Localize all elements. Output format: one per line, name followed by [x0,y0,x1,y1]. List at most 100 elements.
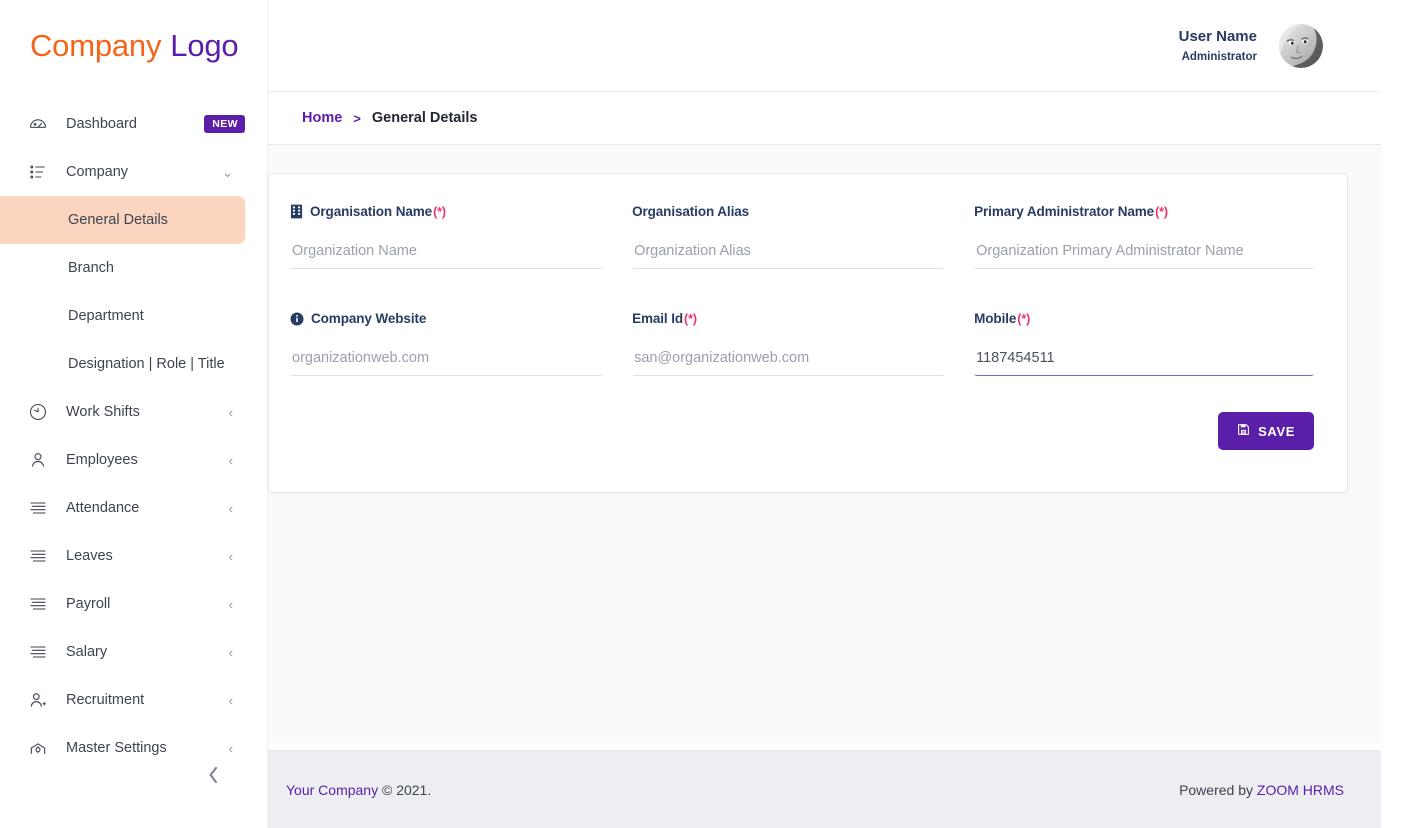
user-info[interactable]: User Name Administrator [1179,28,1257,63]
breadcrumb: Home > General Details [268,92,1381,145]
footer-company-name: Your Company [286,781,379,798]
primary-administrator-name-input[interactable] [974,239,1314,269]
sidebar-item-label: Recruitment [66,692,145,708]
sidebar-item-label: Salary [66,644,108,660]
sidebar-subitem-branch[interactable]: Branch [0,244,267,292]
sidebar-item-label: Payroll [66,596,111,612]
sidebar-item-master-settings[interactable]: Master Settings ‹ [0,724,267,755]
save-floppy-icon [1237,423,1250,439]
lines-icon [28,498,54,518]
mobile-input[interactable] [974,346,1314,376]
sidebar-item-label: Dashboard [66,116,137,132]
info-circle-icon [290,312,304,326]
field-label-text: Email Id [632,311,684,326]
required-mark: (*) [1155,204,1168,219]
sidebar-collapse-button[interactable] [206,764,221,790]
field-organisation-alias: Organisation Alias [632,204,974,269]
badge-new: NEW [204,115,245,133]
sidebar-item-label: Work Shifts [66,404,140,420]
user-name: User Name [1178,28,1257,46]
chevron-left-icon: ‹ [228,644,233,660]
building-icon [290,204,303,219]
company-logo[interactable]: Company Logo [0,0,267,92]
sidebar-subitem-designation[interactable]: Designation | Role | Title [0,340,267,388]
sidebar-subitem-label: Department [68,308,144,324]
field-organisation-name: Organisation Name (*) [290,204,632,269]
email-id-input[interactable] [632,346,946,376]
field-primary-administrator-name: Primary Administrator Name (*) [974,204,1314,269]
save-button[interactable]: SAVE [1218,412,1314,450]
chevron-left-icon: ‹ [228,692,233,708]
chevron-left-icon: ‹ [228,596,233,612]
breadcrumb-separator: > [353,110,361,126]
field-label-text: Mobile [974,311,1017,326]
user-icon [28,450,54,470]
sidebar-subitem-department[interactable]: Department [0,292,267,340]
footer-powered-by: Powered by ZOOM HRMS [1179,782,1344,798]
field-label-text: Organisation Name [310,204,433,219]
footer-product-name: ZOOM HRMS [1256,781,1344,798]
chevron-left-icon: ‹ [228,404,233,420]
footer-copyright-rest: © 2021. [378,781,432,798]
chevron-down-icon: ⌄ [222,164,233,180]
form-actions: SAVE [290,412,1314,450]
sidebar-item-dashboard[interactable]: Dashboard NEW [0,100,267,148]
list-ol-icon [28,162,54,182]
top-header: User Name Administrator [268,0,1381,92]
field-label: Mobile (*) [974,311,1314,326]
sidebar-item-label: Company [66,164,129,180]
sidebar-item-label: Employees [66,452,138,468]
lines-icon [28,642,54,662]
footer: Your Company © 2021. Powered by ZOOM HRM… [268,750,1381,828]
chevron-left-icon: ‹ [228,500,233,516]
breadcrumb-current: General Details [371,110,478,126]
sidebar-item-leaves[interactable]: Leaves ‹ [0,532,267,580]
sidebar-nav: Dashboard NEW Company ⌄ General Details … [0,92,267,755]
organisation-name-input[interactable] [290,239,604,269]
field-email-id: Email Id (*) [632,311,974,376]
field-label-text: Company Website [311,311,427,326]
sidebar-item-payroll[interactable]: Payroll ‹ [0,580,267,628]
general-details-card: Organisation Name (*) Organisation Alias [268,173,1348,493]
sidebar-item-employees[interactable]: Employees ‹ [0,436,267,484]
chevron-left-icon: ‹ [228,740,233,755]
sidebar-item-label: Leaves [66,548,113,564]
sidebar-item-company[interactable]: Company ⌄ [0,148,267,196]
chevron-left-icon [209,766,218,784]
field-label: Company Website [290,311,603,326]
avatar[interactable] [1279,23,1323,68]
sidebar-subitem-label: General Details [68,212,168,228]
sidebar-item-recruitment[interactable]: Recruitment ‹ [0,676,267,724]
gear-home-icon [28,738,54,755]
required-mark: (*) [684,311,697,326]
user-role: Administrator [1181,50,1257,63]
sidebar-item-salary[interactable]: Salary ‹ [0,628,267,676]
sidebar-item-attendance[interactable]: Attendance ‹ [0,484,267,532]
lines-icon [28,594,54,614]
user-plus-icon [28,690,54,710]
sidebar-subitem-general-details[interactable]: General Details [0,196,245,244]
sidebar-item-work-shifts[interactable]: Work Shifts ‹ [0,388,267,436]
speedometer-icon [28,114,54,134]
user-avatar-photo [1279,23,1323,68]
required-mark: (*) [433,204,446,219]
main-area: User Name Administrator Home > General D… [268,0,1412,828]
content-area: Organisation Name (*) Organisation Alias [268,145,1381,743]
sidebar-item-label: Master Settings [66,740,167,755]
sidebar-item-label: Attendance [66,500,140,516]
chevron-left-icon: ‹ [228,548,233,564]
field-label: Organisation Alias [632,204,945,219]
clock-icon [28,402,54,422]
field-label-text: Organisation Alias [632,204,750,219]
organisation-alias-input[interactable] [632,239,946,269]
chevron-left-icon: ‹ [228,452,233,468]
sidebar-subitem-label: Designation | Role | Title [68,356,225,372]
field-label: Email Id (*) [632,311,945,326]
company-website-input[interactable] [290,346,604,376]
footer-powered-prefix: Powered by [1179,781,1257,798]
breadcrumb-home-link[interactable]: Home [302,110,342,126]
footer-copyright: Your Company © 2021. [286,782,431,798]
logo-text-secondary: Logo [170,28,239,63]
logo-text-primary: Company [30,28,162,63]
save-button-label: SAVE [1258,423,1295,439]
